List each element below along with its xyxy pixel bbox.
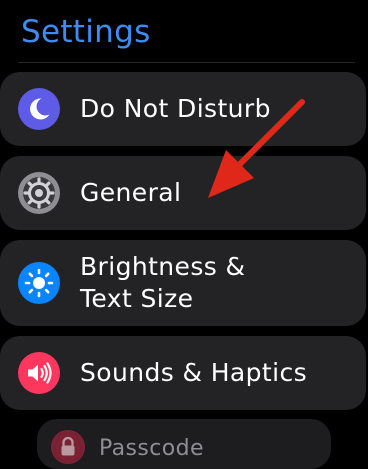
lock-icon [51,430,85,464]
settings-item-brightness[interactable]: Brightness & Text Size [0,240,366,326]
settings-item-label: Sounds & Haptics [80,358,308,387]
settings-item-label: Brightness & Text Size [80,251,245,315]
settings-item-label: Do Not Disturb [80,94,271,123]
page-title: Settings [21,14,151,50]
settings-item-do-not-disturb[interactable]: Do Not Disturb [0,72,366,146]
moon-icon [18,88,60,130]
gear-icon [18,172,60,214]
label-line-2: Text Size [80,284,194,313]
settings-item-general[interactable]: General [0,156,366,230]
sun-icon [18,262,60,304]
label-line-1: Brightness & [80,252,246,281]
settings-item-passcode[interactable]: Passcode [37,419,331,469]
title-divider [18,62,355,63]
speaker-icon [18,352,60,394]
settings-item-label: General [80,178,182,207]
settings-item-label: Passcode [99,436,204,461]
settings-item-sounds-haptics[interactable]: Sounds & Haptics [0,336,366,410]
